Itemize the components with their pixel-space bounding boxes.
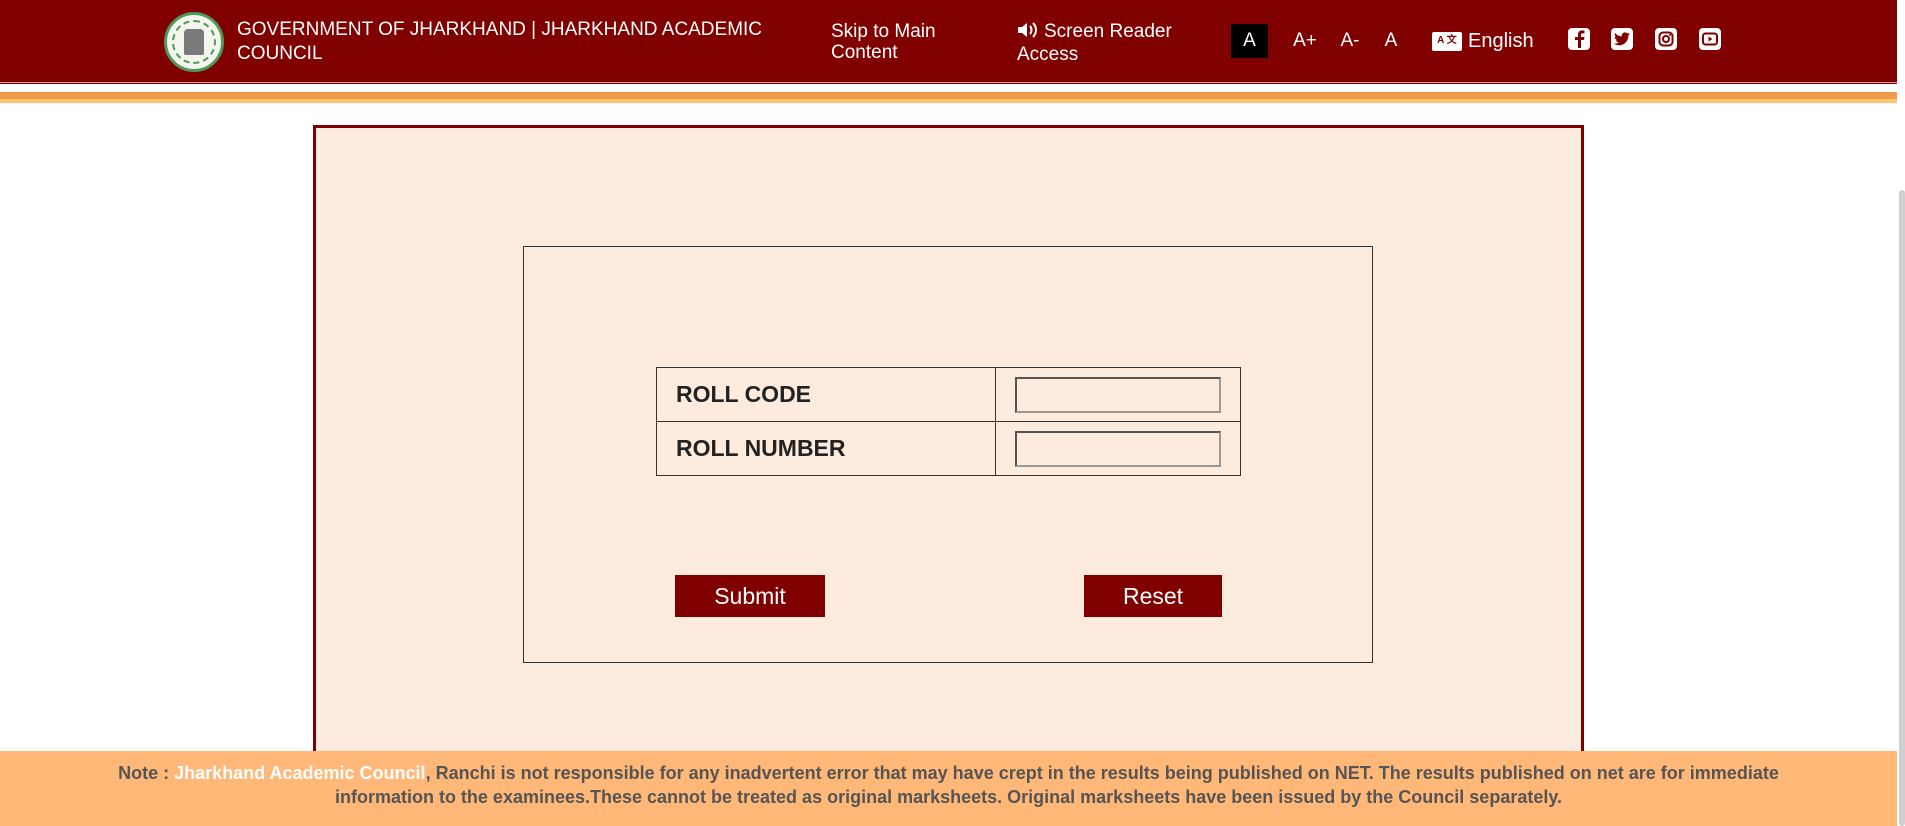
note-text: , Ranchi is not responsible for any inad…: [334, 763, 1779, 807]
screen-reader-access-link[interactable]: Screen Reader Access: [1017, 21, 1197, 65]
font-size-decrease-button[interactable]: A-: [1333, 24, 1367, 58]
language-selector[interactable]: A 文 English: [1432, 28, 1534, 54]
speaker-icon: [1017, 21, 1041, 44]
note-prefix: Note :: [118, 763, 175, 783]
twitter-icon[interactable]: [1611, 28, 1633, 50]
roll-number-cell: [995, 421, 1241, 476]
submit-button[interactable]: Submit: [675, 575, 825, 617]
header-stripe-orange: [0, 92, 1897, 99]
translate-icon: A 文: [1432, 31, 1462, 51]
font-size-normal-button[interactable]: A: [1374, 24, 1408, 58]
reset-button[interactable]: Reset: [1084, 575, 1222, 617]
youtube-icon[interactable]: [1699, 28, 1721, 50]
page-scrollbar[interactable]: [1899, 190, 1905, 826]
header-divider: [0, 82, 1897, 83]
instagram-icon[interactable]: [1655, 28, 1677, 50]
roll-number-label: ROLL NUMBER: [656, 421, 996, 476]
state-emblem-logo: [164, 12, 224, 72]
header-stripe-yellow: [0, 99, 1897, 103]
emblem-ring: [172, 20, 216, 64]
roll-code-cell: [995, 367, 1241, 422]
roll-credentials-table: ROLL CODE ROLL NUMBER: [656, 367, 1241, 476]
site-title: GOVERNMENT OF JHARKHAND | JHARKHAND ACAD…: [237, 19, 763, 64]
roll-code-label: ROLL CODE: [656, 367, 996, 422]
language-label: English: [1468, 30, 1534, 52]
font-size-increase-button[interactable]: A+: [1288, 24, 1322, 58]
facebook-icon[interactable]: [1568, 28, 1590, 50]
note-council-name: Jharkhand Academic Council: [174, 763, 426, 783]
font-size-default-button[interactable]: A: [1231, 24, 1268, 58]
table-row: ROLL NUMBER: [656, 421, 1241, 476]
emblem-core: [184, 29, 204, 55]
table-row: ROLL CODE: [656, 367, 1241, 422]
disclaimer-note: Note : Jharkhand Academic Council, Ranch…: [0, 751, 1897, 826]
roll-code-input[interactable]: [1015, 376, 1221, 413]
roll-number-input[interactable]: [1015, 430, 1221, 467]
skip-to-main-content-link[interactable]: Skip to Main Content: [831, 21, 961, 63]
